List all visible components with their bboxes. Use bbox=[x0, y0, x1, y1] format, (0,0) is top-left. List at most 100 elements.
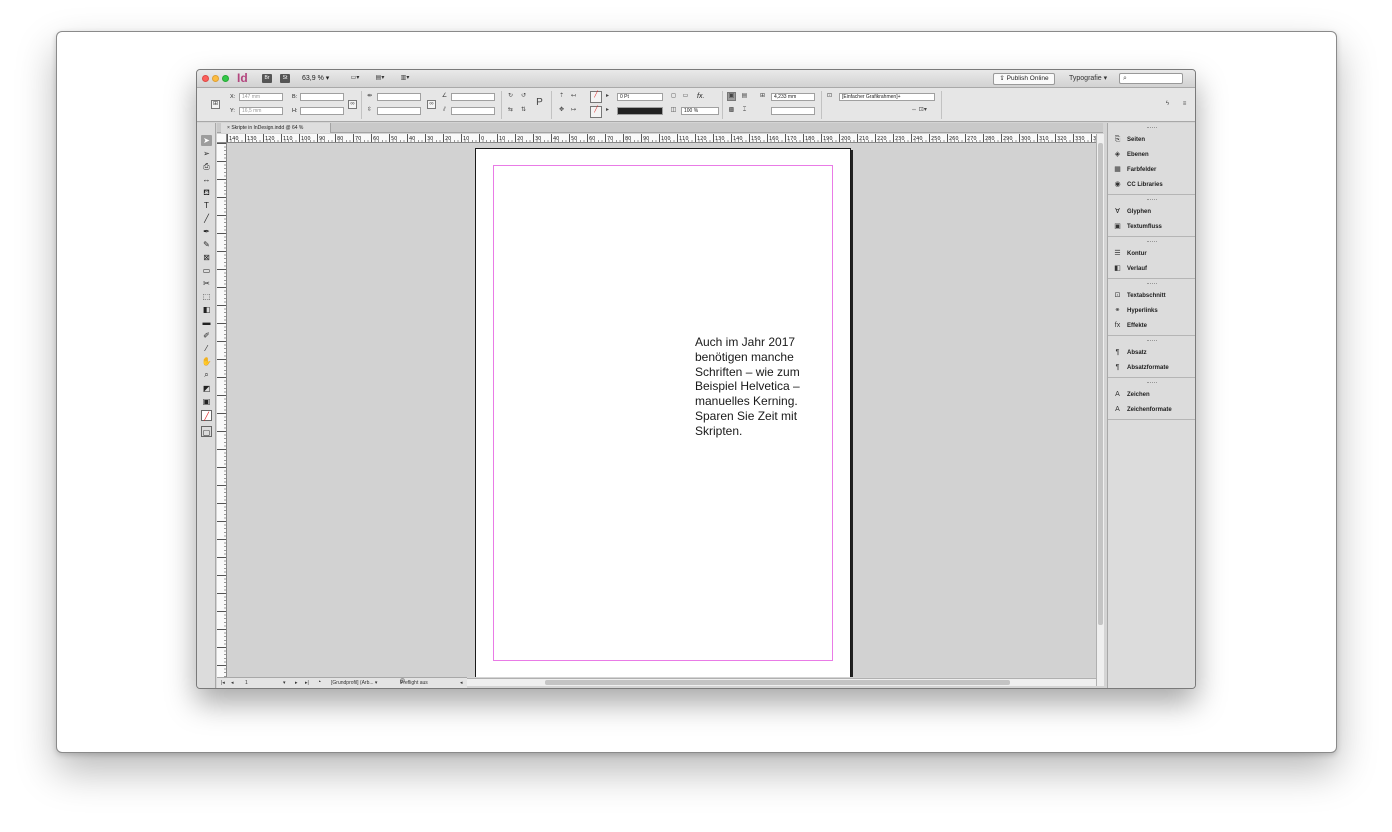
pasteboard[interactable]: Auch im Jahr 2017 benötigen manche Schri… bbox=[228, 144, 1096, 677]
select-next-icon[interactable]: ↦ bbox=[569, 106, 578, 115]
page-number-field[interactable]: 1 bbox=[245, 678, 248, 688]
scale-y-field[interactable] bbox=[377, 107, 421, 115]
y-field[interactable]: 16,5 mm bbox=[239, 107, 283, 115]
screen-mode-icon[interactable]: ▤▾ bbox=[372, 74, 388, 83]
center-content-icon[interactable]: ▩ bbox=[727, 106, 736, 115]
panel-item-seiten[interactable]: ⎘ Seiten bbox=[1108, 132, 1195, 147]
previous-page-icon[interactable]: ◂ bbox=[231, 678, 234, 688]
corner-shape-dropdown[interactable] bbox=[771, 107, 815, 115]
x-field[interactable]: 147 mm bbox=[239, 93, 283, 101]
auto-fit-icon[interactable]: ⊞ bbox=[758, 92, 767, 101]
document-page[interactable]: Auch im Jahr 2017 benötigen manche Schri… bbox=[475, 148, 851, 677]
free-transform-tool-icon[interactable]: ⬚ bbox=[201, 291, 212, 302]
page-dropdown-icon[interactable]: ▾ bbox=[283, 678, 286, 688]
horizontal-ruler[interactable]: 140 130 120 110 100 90 80 70 60 50 40 30 20 10 0 10 20 30… bbox=[227, 134, 1096, 143]
line-tool-icon[interactable]: ╱ bbox=[201, 213, 212, 224]
workspace-switcher[interactable]: Typografie ▾ bbox=[1069, 74, 1107, 82]
constrain-scale-icon[interactable]: ∞ bbox=[427, 100, 436, 109]
corner-size-field[interactable]: 4,233 mm bbox=[771, 93, 815, 101]
rotate-cw-icon[interactable]: ↻ bbox=[506, 92, 515, 101]
panel-item-textabschnitt[interactable]: ⊡ Textabschnitt bbox=[1108, 288, 1195, 303]
apply-none-icon[interactable]: ╱ bbox=[201, 410, 212, 421]
height-field[interactable] bbox=[300, 107, 344, 115]
screen-mode-normal-icon[interactable]: ▢ bbox=[201, 426, 212, 437]
flip-horizontal-icon[interactable]: ⇆ bbox=[506, 106, 515, 115]
apply-effect-icon[interactable]: ▭ bbox=[681, 92, 690, 101]
search-input[interactable]: ⌕ bbox=[1119, 73, 1183, 84]
text-frame[interactable]: Auch im Jahr 2017 benötigen manche Schri… bbox=[695, 335, 815, 439]
vertical-scrollbar[interactable] bbox=[1096, 134, 1104, 686]
pencil-tool-icon[interactable]: ✎ bbox=[201, 239, 212, 250]
gap-tool-icon[interactable]: ↔ bbox=[201, 174, 212, 185]
panel-group-grip[interactable] bbox=[1146, 340, 1157, 343]
eyedropper-tool-icon[interactable]: ⁄ bbox=[201, 343, 212, 354]
horizontal-scroll-thumb[interactable] bbox=[545, 680, 1010, 685]
panel-group-grip[interactable] bbox=[1146, 127, 1157, 130]
effects-icon[interactable]: fx. bbox=[697, 93, 704, 100]
note-tool-icon[interactable]: ✐ bbox=[201, 330, 212, 341]
panel-item-kontur[interactable]: ☰ Kontur bbox=[1108, 246, 1195, 261]
panel-item-farbfelder[interactable]: ▦ Farbfelder bbox=[1108, 162, 1195, 177]
selection-tool-icon[interactable]: ➤ bbox=[201, 135, 212, 146]
ruler-origin[interactable] bbox=[217, 134, 227, 143]
close-window-button[interactable] bbox=[202, 75, 209, 82]
width-field[interactable] bbox=[300, 93, 344, 101]
shear-angle-field[interactable] bbox=[451, 107, 495, 115]
panel-group-grip[interactable] bbox=[1146, 199, 1157, 202]
gradient-feather-tool-icon[interactable]: ▬ bbox=[201, 317, 212, 328]
reference-point-icon[interactable]: ⊞ bbox=[211, 100, 220, 109]
panel-item-cc-libraries[interactable]: ◉ CC Libraries bbox=[1108, 177, 1195, 192]
stroke-dropdown-icon[interactable]: ▸ bbox=[603, 106, 612, 115]
panel-item-verlauf[interactable]: ◧ Verlauf bbox=[1108, 261, 1195, 276]
opacity-field[interactable]: 100 % bbox=[681, 107, 719, 115]
panel-group-grip[interactable] bbox=[1146, 283, 1157, 286]
select-content-icon[interactable]: ✥ bbox=[557, 106, 566, 115]
drop-shadow-icon[interactable]: ◻ bbox=[669, 92, 678, 101]
panel-item-absatzformate[interactable]: ¶ Absatzformate bbox=[1108, 360, 1195, 375]
stroke-swatch-icon[interactable]: ╱ bbox=[590, 106, 602, 118]
content-collector-icon[interactable]: ⛾ bbox=[201, 187, 212, 198]
select-container-icon[interactable]: ⇡ bbox=[557, 92, 566, 101]
open-document-icon[interactable]: ◔ bbox=[317, 678, 321, 688]
panel-item-absatz[interactable]: ¶ Absatz bbox=[1108, 345, 1195, 360]
pen-tool-icon[interactable]: ✒ bbox=[201, 226, 212, 237]
type-tool-icon[interactable]: T bbox=[201, 200, 212, 211]
first-page-icon[interactable]: |◂ bbox=[221, 678, 225, 688]
fit-frame-icon[interactable]: ▤ bbox=[740, 92, 749, 101]
panel-item-textumfluss[interactable]: ▣ Textumfluss bbox=[1108, 219, 1195, 234]
constrain-proportions-icon[interactable]: ∞ bbox=[348, 100, 357, 109]
style-options-icon[interactable]: ⇔ ⊡▾ bbox=[907, 106, 931, 115]
fill-dropdown-icon[interactable]: ▸ bbox=[603, 92, 612, 101]
formatting-affects-icon[interactable]: ▣ bbox=[201, 396, 212, 407]
panel-group-grip[interactable] bbox=[1146, 382, 1157, 385]
flip-vertical-icon[interactable]: ⇅ bbox=[519, 106, 528, 115]
rotate-ccw-icon[interactable]: ↺ bbox=[519, 92, 528, 101]
zoom-tool-icon[interactable]: ⌕ bbox=[201, 369, 212, 380]
direct-selection-tool-icon[interactable]: ➢ bbox=[201, 148, 212, 159]
view-options-icon[interactable]: ▭▾ bbox=[347, 74, 363, 83]
panel-item-hyperlinks[interactable]: ⚭ Hyperlinks bbox=[1108, 303, 1195, 318]
vertical-ruler[interactable] bbox=[217, 143, 227, 677]
scale-x-field[interactable] bbox=[377, 93, 421, 101]
stroke-weight-field[interactable]: 0 Pt bbox=[617, 93, 663, 101]
lightning-icon[interactable]: ϟ bbox=[1163, 100, 1172, 109]
vertical-scroll-thumb[interactable] bbox=[1098, 143, 1103, 625]
page-tool-icon[interactable]: ⎙ bbox=[201, 161, 212, 172]
publish-online-button[interactable]: ⇪ Publish Online bbox=[993, 73, 1055, 85]
fit-content-icon[interactable]: ▣ bbox=[727, 92, 736, 101]
panel-item-glyphen[interactable]: Ɐ Glyphen bbox=[1108, 204, 1195, 219]
preflight-status[interactable]: Preflight aus ▾ bbox=[400, 678, 428, 688]
rectangle-tool-icon[interactable]: ▭ bbox=[201, 265, 212, 276]
object-style-dropdown[interactable]: [Einfacher Grafikrahmen]+ bbox=[839, 93, 935, 101]
preflight-profile-dropdown[interactable]: [Grundprofil] (Arb... ▾ bbox=[331, 678, 377, 688]
panel-group-grip[interactable] bbox=[1146, 241, 1157, 244]
panel-item-zeichen[interactable]: A Zeichen bbox=[1108, 387, 1195, 402]
stroke-type-dropdown[interactable] bbox=[617, 107, 663, 115]
fill-frame-icon[interactable]: ⌶ bbox=[740, 106, 749, 115]
bridge-icon[interactable]: Br bbox=[262, 74, 272, 83]
zoom-level-dropdown[interactable]: 63,9 % ▾ bbox=[302, 74, 329, 82]
document-tab[interactable]: × Skripte in InDesign.indd @ 64 % bbox=[221, 123, 331, 133]
horizontal-scrollbar[interactable] bbox=[467, 678, 1096, 686]
rotate-angle-field[interactable] bbox=[451, 93, 495, 101]
panel-item-effekte[interactable]: fx Effekte bbox=[1108, 318, 1195, 333]
